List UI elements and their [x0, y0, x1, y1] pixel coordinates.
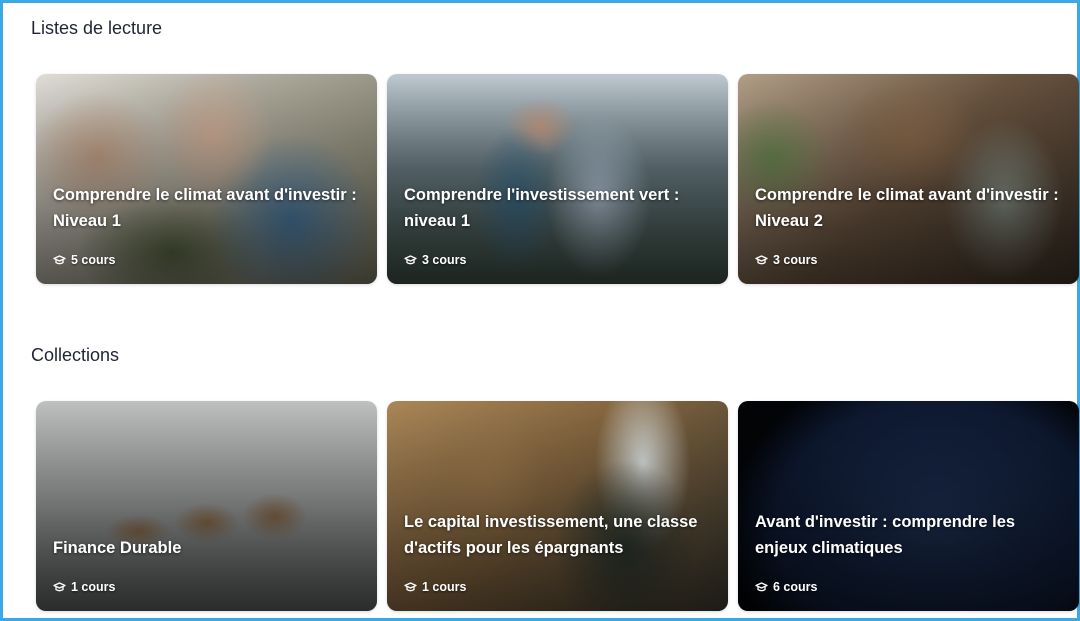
course-count-label: 3 cours	[422, 253, 467, 267]
course-count: 3 cours	[755, 253, 817, 267]
card-title: Comprendre le climat avant d'investir : …	[755, 186, 1059, 230]
collections-row: Finance Durable 1 cours Le capital inves…	[36, 401, 1079, 611]
collection-card[interactable]: Le capital investissement, une classe d'…	[387, 401, 728, 611]
course-count-label: 5 cours	[71, 253, 116, 267]
course-count: 6 cours	[755, 580, 817, 594]
collection-card[interactable]: Avant d'investir : comprendre les enjeux…	[738, 401, 1079, 611]
playlist-card[interactable]: Comprendre le climat avant d'investir : …	[36, 74, 377, 284]
playlist-card[interactable]: Comprendre l'investissement vert : nivea…	[387, 74, 728, 284]
playlist-card[interactable]: Comprendre le climat avant d'investir : …	[738, 74, 1079, 284]
card-title: Comprendre l'investissement vert : nivea…	[404, 186, 680, 230]
graduation-cap-icon	[53, 254, 66, 266]
section-title-collections: Collections	[31, 345, 120, 365]
course-count-label: 1 cours	[71, 580, 116, 594]
course-count: 1 cours	[53, 580, 115, 594]
graduation-cap-icon	[53, 581, 66, 593]
card-title: Finance Durable	[53, 539, 182, 557]
course-count: 3 cours	[404, 253, 466, 267]
section-title-playlists: Listes de lecture	[31, 18, 163, 38]
graduation-cap-icon	[404, 581, 417, 593]
page-frame: Listes de lecture Comprendre le climat a…	[0, 0, 1080, 621]
course-count: 5 cours	[53, 253, 115, 267]
graduation-cap-icon	[404, 254, 417, 266]
course-count-label: 6 cours	[773, 580, 818, 594]
card-title: Le capital investissement, une classe d'…	[404, 513, 698, 557]
course-count-label: 1 cours	[422, 580, 467, 594]
graduation-cap-icon	[755, 254, 768, 266]
course-count: 1 cours	[404, 580, 466, 594]
collection-card[interactable]: Finance Durable 1 cours	[36, 401, 377, 611]
card-title: Comprendre le climat avant d'investir : …	[53, 186, 357, 230]
course-count-label: 3 cours	[773, 253, 818, 267]
playlists-row: Comprendre le climat avant d'investir : …	[36, 74, 1079, 284]
graduation-cap-icon	[755, 581, 768, 593]
card-title: Avant d'investir : comprendre les enjeux…	[755, 513, 1016, 557]
